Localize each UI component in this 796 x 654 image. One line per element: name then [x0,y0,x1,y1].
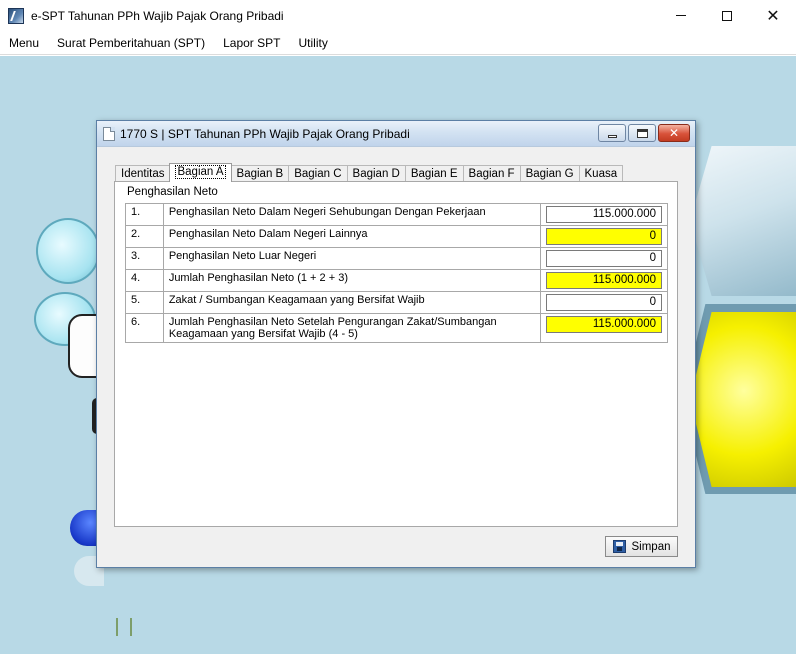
menu-item-spt[interactable]: Surat Pemberitahuan (SPT) [57,34,205,52]
close-button[interactable]: ✕ [750,0,796,31]
menu-item-lapor-spt[interactable]: Lapor SPT [223,34,280,52]
tab-bagian-e[interactable]: Bagian E [404,165,464,182]
row-number: 5. [125,291,164,314]
menu-bar: Menu Surat Pemberitahuan (SPT) Lapor SPT… [0,31,796,55]
dialog-minimize-button[interactable] [598,124,626,142]
row-number: 3. [125,247,164,270]
tab-bagian-d[interactable]: Bagian D [346,165,406,182]
value-field-4[interactable]: 115.000.000 [546,272,662,289]
tab-bagian-c[interactable]: Bagian C [288,165,348,182]
row-description: Zakat / Sumbangan Keagamaan yang Bersifa… [162,291,541,314]
spt-dialog: 1770 S | SPT Tahunan PPh Wajib Pajak Ora… [96,120,696,568]
table-row: 6. Jumlah Penghasilan Neto Setelah Pengu… [125,313,669,343]
close-icon: ✕ [668,126,680,140]
decor-wing-upper [36,218,100,284]
dialog-maximize-button[interactable] [628,124,656,142]
decor-hexagon-light [690,146,796,296]
decor-hexagon-yellow [690,312,796,487]
decor-legs [116,618,132,636]
window-controls: ✕ [658,0,796,31]
row-description: Jumlah Penghasilan Neto Setelah Penguran… [162,313,541,343]
close-icon: ✕ [766,5,780,25]
app-titlebar: e-SPT Tahunan PPh Wajib Pajak Orang Prib… [0,0,796,31]
penghasilan-neto-table: 1. Penghasilan Neto Dalam Negeri Sehubun… [125,203,669,343]
tab-bagian-g[interactable]: Bagian G [519,165,580,182]
maximize-icon [722,10,732,21]
value-field-1[interactable]: 115.000.000 [546,206,662,223]
tab-bagian-b[interactable]: Bagian B [230,165,290,182]
maximize-icon [636,128,648,138]
row-description: Penghasilan Neto Dalam Negeri Sehubungan… [162,203,541,226]
tab-strip: Identitas Bagian A Bagian B Bagian C Bag… [115,163,624,182]
save-button-label: Simpan [631,540,671,553]
value-field-6[interactable]: 115.000.000 [546,316,662,333]
table-row: 4. Jumlah Penghasilan Neto (1 + 2 + 3) 1… [125,269,669,292]
dialog-close-button[interactable]: ✕ [658,124,690,142]
floppy-disk-icon [612,540,626,553]
document-icon [103,126,115,141]
row-number: 6. [125,313,164,343]
tab-bagian-a[interactable]: Bagian A [169,163,232,182]
tab-bagian-f[interactable]: Bagian F [462,165,521,182]
minimize-icon [676,15,686,16]
table-row: 5. Zakat / Sumbangan Keagamaan yang Bers… [125,291,669,314]
tab-identitas[interactable]: Identitas [115,165,171,182]
row-description: Penghasilan Neto Dalam Negeri Lainnya [162,225,541,248]
table-row: 3. Penghasilan Neto Luar Negeri 0 [125,247,669,270]
maximize-button[interactable] [704,0,750,31]
app-icon [8,7,24,24]
minimize-icon [607,134,617,138]
menu-item-utility[interactable]: Utility [298,34,327,52]
menu-item-menu[interactable]: Menu [9,34,39,52]
value-field-5[interactable]: 0 [546,294,662,311]
row-number: 1. [125,203,164,226]
row-description: Penghasilan Neto Luar Negeri [162,247,541,270]
row-number: 2. [125,225,164,248]
dialog-titlebar[interactable]: 1770 S | SPT Tahunan PPh Wajib Pajak Ora… [97,121,695,147]
value-field-3[interactable]: 0 [546,250,662,267]
table-row: 1. Penghasilan Neto Dalam Negeri Sehubun… [125,203,669,226]
value-field-2[interactable]: 0 [546,228,662,245]
minimize-button[interactable] [658,0,704,31]
tab-kuasa[interactable]: Kuasa [578,165,624,182]
table-row: 2. Penghasilan Neto Dalam Negeri Lainnya… [125,225,669,248]
section-title: Penghasilan Neto [127,186,218,198]
row-number: 4. [125,269,164,292]
dialog-title: 1770 S | SPT Tahunan PPh Wajib Pajak Ora… [120,126,410,141]
dialog-controls: ✕ [596,124,690,142]
save-button[interactable]: Simpan [605,536,678,557]
tab-panel-bagian-a: Penghasilan Neto 1. Penghasilan Neto Dal… [114,181,678,527]
app-title: e-SPT Tahunan PPh Wajib Pajak Orang Prib… [31,8,284,23]
row-description: Jumlah Penghasilan Neto (1 + 2 + 3) [162,269,541,292]
